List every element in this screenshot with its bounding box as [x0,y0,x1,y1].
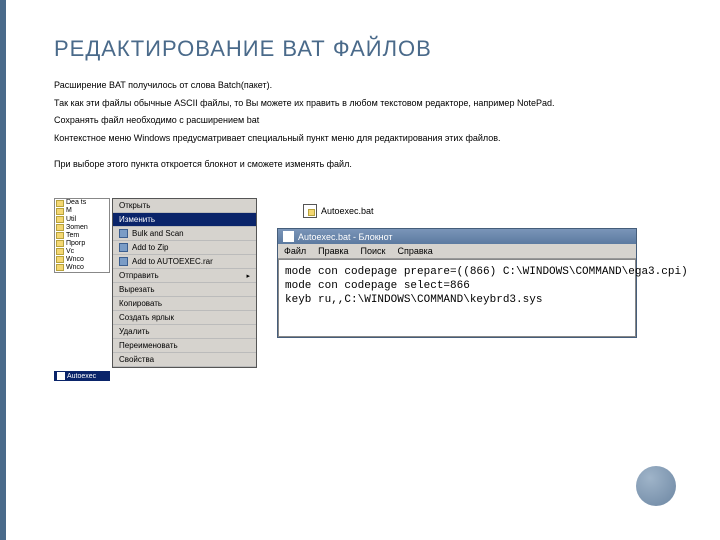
folder-icon [56,264,64,271]
list-item: Прогр [55,240,109,248]
paragraph: Контекстное меню Windows предусматривает… [54,133,672,145]
notepad-window: Autoexec.bat - Блокнот Файл Правка Поиск… [277,228,637,337]
folder-list: Dea ts M Util Зomen Tem Прогр Vc Wnco Wn… [54,198,110,272]
list-item: Wnco [55,256,109,264]
app-icon [119,229,128,238]
list-item: Util [55,216,109,224]
list-item: Tem [55,232,109,240]
slide: РЕДАКТИРОВАНИЕ ВАТ ФАЙЛОВ Расширение BAT… [0,0,720,540]
decorative-sphere [636,466,676,506]
zip-icon [119,243,128,252]
list-item: Wnco [55,264,109,272]
notepad-icon [283,231,294,242]
notepad-textarea[interactable]: mode con codepage prepare=((866) C:\WIND… [278,259,636,336]
list-item: Dea ts [55,199,109,207]
folder-icon [56,248,64,255]
folder-icon [56,224,64,231]
menu-search[interactable]: Поиск [361,246,386,256]
paragraph: Сохранять файл необходимо с расширением … [54,115,672,127]
menu-copy[interactable]: Копировать [113,297,256,311]
paragraph: При выборе этого пункта откроется блокно… [54,159,672,171]
list-item: Зomen [55,224,109,232]
folder-icon [56,240,64,247]
list-item: M [55,207,109,215]
bat-file-icon [303,204,317,218]
menu-bulk[interactable]: Bulk and Scan [113,227,256,241]
selected-file-label: Autoexec [67,373,96,380]
menu-sendto[interactable]: Отправить [113,269,256,283]
file-icon [57,372,65,380]
folder-icon [56,216,64,223]
menu-edit[interactable]: Изменить [113,213,256,227]
folder-icon [56,256,64,263]
menu-addzip[interactable]: Add to Zip [113,241,256,255]
desktop-shortcut-label: Autoexec.bat [321,206,374,216]
context-menu[interactable]: Открыть Изменить Bulk and Scan Add to Zi… [112,198,257,368]
screenshots-row: Dea ts M Util Зomen Tem Прогр Vc Wnco Wn… [54,198,672,381]
menu-shortcut[interactable]: Создать ярлык [113,311,256,325]
archive-icon [119,257,128,266]
page-title: РЕДАКТИРОВАНИЕ ВАТ ФАЙЛОВ [54,36,672,62]
menu-edit[interactable]: Правка [318,246,348,256]
list-item: Vc [55,248,109,256]
paragraph: Расширение BAT получилось от слова Batch… [54,80,672,92]
notepad-title-text: Autoexec.bat - Блокнот [298,232,393,242]
menu-props[interactable]: Свойства [113,353,256,367]
menu-help[interactable]: Справка [398,246,433,256]
notepad-menubar: Файл Правка Поиск Справка [278,244,636,259]
notepad-screenshot: Autoexec.bat Autoexec.bat - Блокнот Файл… [277,198,672,337]
menu-addarc[interactable]: Add to AUTOEXEC.rar [113,255,256,269]
menu-file[interactable]: Файл [284,246,306,256]
folder-icon [56,232,64,239]
paragraph: Так как эти файлы обычные ASCII файлы, т… [54,98,672,110]
notepad-titlebar: Autoexec.bat - Блокнот [278,229,636,244]
selected-file[interactable]: Autoexec [54,371,110,381]
menu-open[interactable]: Открыть [113,199,256,213]
desktop-shortcut[interactable]: Autoexec.bat [303,204,672,218]
folder-icon [56,208,64,215]
menu-delete[interactable]: Удалить [113,325,256,339]
folder-icon [56,200,64,207]
context-menu-screenshot: Dea ts M Util Зomen Tem Прогр Vc Wnco Wn… [54,198,259,381]
menu-rename[interactable]: Переименовать [113,339,256,353]
menu-cut[interactable]: Вырезать [113,283,256,297]
